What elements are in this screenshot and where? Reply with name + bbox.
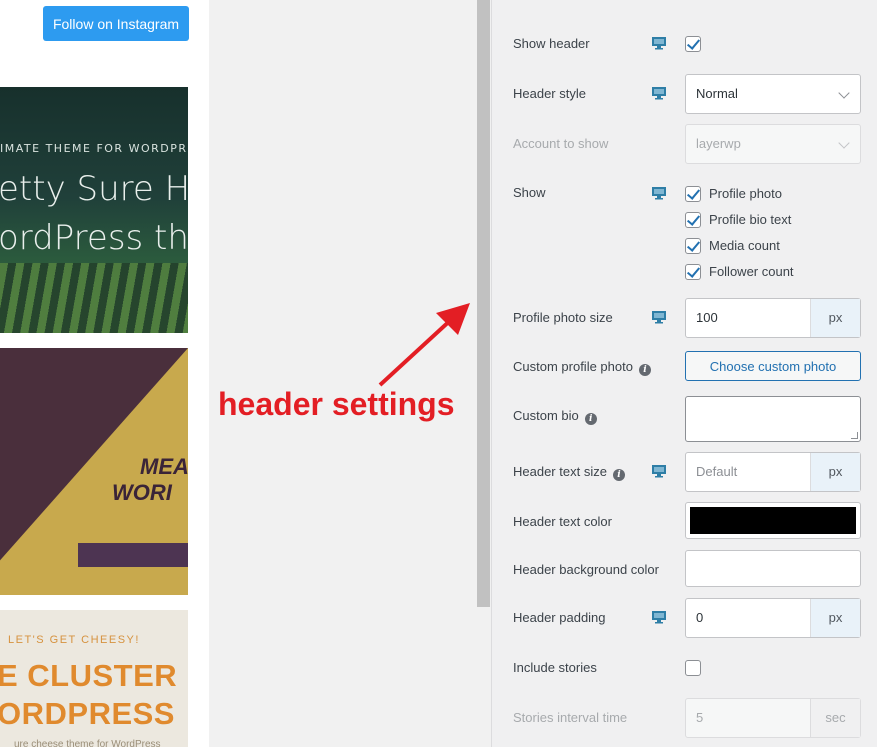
header-style-select[interactable]: Normal [685,74,861,114]
header-background-color-label: Header background color [513,562,659,577]
custom-bio-row: Custom bio i [513,396,873,442]
header-padding-label: Header padding [513,610,606,625]
header-background-color-picker[interactable] [685,550,861,587]
profile-photo-checkbox[interactable] [685,186,701,202]
account-to-show-value: layerwp [696,136,741,151]
tile-headline: E CLUSTER F [0,658,188,693]
follower-count-checkbox[interactable] [685,264,701,280]
profile-photo-size-input[interactable]: 100 px [685,298,861,338]
info-icon[interactable]: i [612,469,625,481]
custom-profile-photo-row: Custom profile photo i Choose custom phot… [513,351,873,381]
profile-photo-size-value: 100 [696,310,718,325]
tile-headline: ORDPRESS [0,696,175,731]
stories-interval-time-value: 5 [696,710,704,725]
custom-profile-photo-label: Custom profile photo i [513,359,651,376]
choose-custom-photo-button[interactable]: Choose custom photo [685,351,861,381]
desktop-icon[interactable] [651,36,667,50]
custom-bio-textarea[interactable] [685,396,861,442]
purple-bar-graphic [78,543,188,567]
tile-tagline: LET'S GET CHEESY! [8,634,140,646]
account-to-show-select[interactable]: layerwp [685,124,861,164]
follow-on-instagram-button[interactable]: Follow on Instagram [43,6,189,41]
show-header-label: Show header [513,36,590,51]
tile-headline: WORI [112,480,172,505]
stories-interval-time-row: Stories interval time 5 sec [513,698,873,738]
header-style-label: Header style [513,86,586,101]
profile-photo-size-label: Profile photo size [513,310,613,325]
follower-count-option-label: Follower count [709,264,794,279]
tile-caption: ure cheese theme for WordPress [14,739,161,747]
profile-photo-size-row: Profile photo size 100 px [513,298,873,338]
account-to-show-label: Account to show [513,136,609,151]
header-text-color-label: Header text color [513,514,612,529]
header-text-color-row: Header text color [513,502,873,539]
tea-field-graphic [0,263,188,333]
unit-label: px [810,299,860,337]
profile-bio-text-option-label: Profile bio text [709,212,792,227]
header-text-color-picker[interactable] [685,502,861,539]
color-swatch [690,507,856,534]
custom-bio-label: Custom bio i [513,408,597,425]
header-padding-row: Header padding 0 px [513,598,873,638]
header-style-row: Header style Normal [513,74,873,114]
profile-photo-option-label: Profile photo [709,186,782,201]
include-stories-label: Include stories [513,660,597,675]
show-header-row: Show header [513,36,873,56]
feed-image-tile[interactable]: IMATE THEME FOR WORDPRESS etty Sure H or… [0,87,188,333]
header-text-size-label: Header text size i [513,464,625,481]
show-row: Show Profile photo Profile bio text Medi… [513,185,873,285]
scrollbar-thumb[interactable] [477,0,490,607]
tile-tagline: IMATE THEME FOR WORDPRESS [0,142,188,155]
header-text-size-input[interactable]: Default px [685,452,861,492]
chevron-down-icon [838,87,850,99]
info-icon[interactable]: i [584,413,597,425]
header-settings-panel: Show header Header style Normal Account … [491,0,877,747]
desktop-icon[interactable] [651,310,667,324]
unit-label: px [810,599,860,637]
unit-label: px [810,453,860,491]
stories-interval-time-input[interactable]: 5 sec [685,698,861,738]
color-swatch [690,555,856,582]
desktop-icon[interactable] [651,86,667,100]
feed-preview: Follow on Instagram IMATE THEME FOR WORD… [0,0,209,747]
header-background-color-row: Header background color [513,550,873,587]
desktop-icon[interactable] [651,186,667,200]
media-count-option-label: Media count [709,238,780,253]
tile-headline: ordPress th [0,218,188,258]
header-text-size-placeholder: Default [696,464,738,479]
info-icon[interactable]: i [638,364,651,376]
header-padding-input[interactable]: 0 px [685,598,861,638]
stories-interval-time-label: Stories interval time [513,710,628,725]
feed-image-tile[interactable]: MEA WORI [0,348,188,595]
show-label: Show [513,185,546,200]
profile-bio-text-checkbox[interactable] [685,212,701,228]
include-stories-row: Include stories [513,660,873,678]
desktop-icon[interactable] [651,610,667,624]
unit-label: sec [810,699,860,737]
red-arrow-icon [378,303,470,387]
resize-handle-icon[interactable] [851,432,858,439]
include-stories-checkbox[interactable] [685,660,701,676]
feed-image-tile[interactable]: LET'S GET CHEESY! E CLUSTER F ORDPRESS u… [0,610,188,747]
tile-headline: MEA [140,454,188,479]
header-padding-value: 0 [696,610,704,625]
header-style-value: Normal [696,86,738,101]
header-text-size-row: Header text size i Default px [513,452,873,492]
account-to-show-row: Account to show layerwp [513,124,873,164]
desktop-icon[interactable] [651,464,667,478]
chevron-down-icon [838,137,850,149]
show-header-checkbox[interactable] [685,36,701,52]
tile-headline: etty Sure H [0,169,188,209]
media-count-checkbox[interactable] [685,238,701,254]
